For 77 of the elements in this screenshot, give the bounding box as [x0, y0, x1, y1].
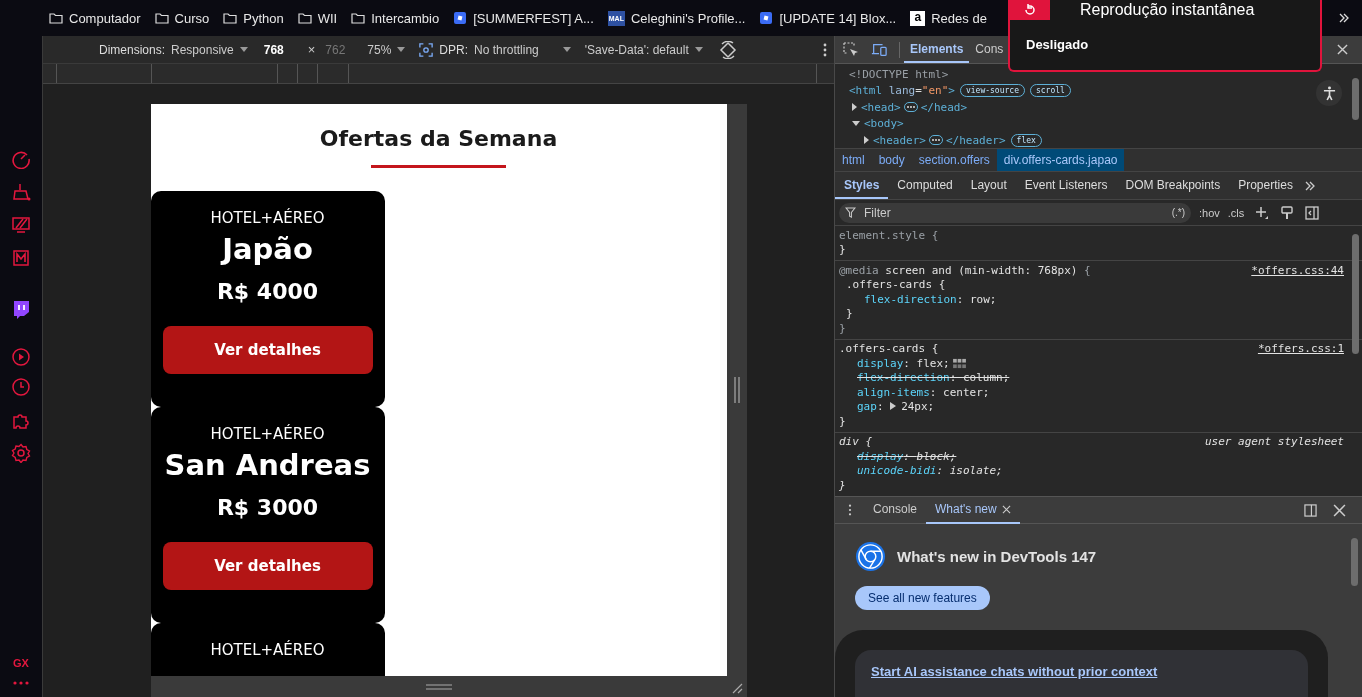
zoom-dropdown[interactable]: 75%: [367, 42, 406, 57]
bookmark[interactable]: WII: [297, 10, 338, 26]
breadcrumb[interactable]: section.offers: [911, 149, 997, 171]
times-sign: ×: [307, 42, 316, 57]
dom-node[interactable]: <html lang="en">: [849, 84, 955, 98]
rule-selector: div {: [839, 435, 874, 449]
feature-link[interactable]: Start AI assistance chats without prior context: [871, 664, 1158, 679]
bookmark[interactable]: [SUMMERFEST] A...: [453, 10, 594, 26]
sidebar-tab[interactable]: Computed: [888, 172, 962, 199]
details-button[interactable]: Ver detalhes: [162, 326, 373, 374]
panel-tab[interactable]: Cons: [969, 36, 1010, 63]
dom-node[interactable]: <head>: [861, 100, 901, 114]
closing-brace: }: [839, 414, 847, 428]
css-declaration[interactable]: flex-direction: column;: [857, 371, 1010, 385]
closing-brace: }: [839, 478, 847, 492]
dpr-label: DPR:: [439, 42, 469, 57]
bookmark[interactable]: Python: [223, 10, 284, 26]
source-link[interactable]: *offers.css:44: [1251, 263, 1344, 277]
bookmark[interactable]: Computador: [49, 10, 141, 26]
dom-node[interactable]: <body>: [864, 117, 904, 131]
offer-destination: Japão: [222, 232, 313, 266]
notification-title: Reprodução instantânea: [1080, 1, 1255, 19]
doctype-line: <!DOCTYPE html>: [849, 67, 949, 81]
site-logo-icon: a: [910, 10, 926, 26]
save-data-dropdown[interactable]: 'Save-Data': default: [584, 42, 703, 57]
rule-selector: element.style {: [839, 228, 940, 242]
hover-state-toggle[interactable]: :hov: [1199, 206, 1220, 219]
sidebar-tab[interactable]: Event Listeners: [1015, 172, 1117, 199]
throttling-dropdown[interactable]: No throttling: [474, 42, 571, 57]
closing-brace: }: [846, 307, 854, 321]
bookmark[interactable]: Intercambio: [351, 10, 440, 26]
closing-tag: </head>: [920, 100, 968, 114]
panel-tab[interactable]: Elements: [904, 36, 970, 63]
notification-status: Desligado: [1026, 37, 1089, 52]
sidebar-tab[interactable]: Styles: [835, 172, 889, 199]
class-toggle[interactable]: .cls: [1227, 206, 1245, 219]
whats-new-heading: What's new in DevTools 147: [897, 548, 1097, 565]
gx-logo[interactable]: GX: [13, 657, 29, 669]
bookmark[interactable]: Curso: [154, 10, 210, 26]
css-declaration[interactable]: display: flex;: [857, 356, 950, 370]
css-declaration[interactable]: display: block;: [857, 449, 957, 463]
media-query: @media screen and (min-width: 768px) {: [839, 263, 1092, 277]
css-declaration[interactable]: flex-direction: row;: [864, 292, 997, 306]
filter-field[interactable]: Filter (.*): [839, 202, 1191, 223]
dom-node[interactable]: <header>: [873, 133, 926, 147]
device-mode-dropdown[interactable]: Responsive: [171, 42, 248, 57]
dimensions-label: Dimensions:: [99, 42, 166, 57]
see-features-button[interactable]: See all new features: [855, 586, 990, 610]
drawer-tab[interactable]: Console: [864, 496, 927, 524]
offer-destination: San Andreas: [164, 448, 371, 482]
offer-category: HOTEL+AÉREO: [210, 208, 325, 228]
css-declaration[interactable]: align-items: center;: [857, 385, 990, 399]
css-declaration[interactable]: unicode-bidi: isolate;: [857, 464, 1003, 478]
bookmark[interactable]: a Redes de: [910, 10, 987, 26]
regex-toggle[interactable]: (.*): [1171, 207, 1185, 218]
sidebar-tab[interactable]: Properties: [1229, 172, 1302, 199]
source-label: user agent stylesheet: [1204, 435, 1344, 449]
bookmark[interactable]: [UPDATE 14] Blox...: [759, 10, 897, 26]
offer-price: R$ 3000: [216, 494, 319, 522]
closing-brace: }: [839, 243, 847, 257]
breadcrumb[interactable]: div.offers-cards.japao: [996, 149, 1125, 171]
width-field[interactable]: 768: [261, 42, 308, 57]
offer-price: R$ 4000: [216, 278, 319, 306]
sidebar-tab[interactable]: DOM Breakpoints: [1116, 172, 1230, 199]
details-button[interactable]: Ver detalhes: [162, 542, 373, 590]
breadcrumb[interactable]: body: [871, 149, 912, 171]
source-link[interactable]: *offers.css:1: [1257, 342, 1344, 356]
sidebar-tab[interactable]: Layout: [961, 172, 1016, 199]
page-title: Ofertas da Semana: [318, 126, 559, 152]
breadcrumb[interactable]: html: [835, 149, 872, 171]
rule-selector: .offers-cards {: [839, 342, 940, 356]
rule-selector: .offers-cards {: [846, 278, 947, 292]
css-declaration[interactable]: gap: 24px;: [857, 400, 935, 414]
closing-tag: </header>: [946, 133, 1006, 147]
offer-category: HOTEL+AÉREO: [210, 640, 325, 660]
closing-brace: }: [839, 321, 847, 335]
offer-category: HOTEL+AÉREO: [210, 424, 325, 444]
